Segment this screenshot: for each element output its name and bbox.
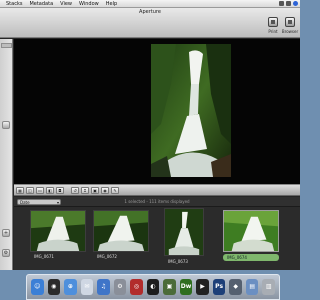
thumbnail-image	[164, 208, 204, 256]
window-title: Aperture	[139, 9, 161, 15]
thumbnail[interactable]: IMG_0672	[93, 210, 149, 268]
browser-label: Browser	[281, 29, 299, 34]
dreamweaver-icon[interactable]: Dw	[179, 279, 193, 295]
thumbnail-caption: IMG_0671	[34, 254, 54, 259]
dock: ☺ ◉ ⊕ ✉ ♫ ⚙ ◎ ◐ ▣ Dw ▶ Ps ◆ ▤ ▥	[26, 274, 280, 300]
selection-status: 1 selected - 111 items displayed	[124, 199, 190, 204]
control-bar: ▦ ◫ ▭ ◧ ◘ ↺ ⌗ ▣ ◉ ✎	[14, 184, 300, 196]
browser-icon	[285, 17, 295, 27]
battery-icon[interactable]	[279, 1, 284, 6]
aperture-window: Aperture Print Browser + ⚙ ▦ ◫ ▭ ◧ ◘ ↺ ⌗…	[0, 8, 300, 270]
system-preferences-icon[interactable]: ⚙	[113, 279, 127, 295]
folder-icon[interactable]: ▤	[245, 279, 259, 295]
compare-icon[interactable]: ◧	[46, 186, 54, 194]
menu-bar: Stacks Metadata View Window Help	[0, 0, 300, 8]
action-gear-icon[interactable]: ⚙	[2, 249, 10, 257]
filmstrip-icon[interactable]: ▭	[36, 186, 44, 194]
inspector-strip: + ⚙	[0, 39, 13, 270]
aperture-icon[interactable]: ◐	[146, 279, 160, 295]
inspector-tab[interactable]	[1, 43, 12, 48]
spotlight-icon[interactable]	[293, 1, 298, 6]
toggle-inspector-button[interactable]	[2, 121, 10, 129]
thumbnail-caption: IMG_0674	[223, 254, 279, 261]
itunes-icon[interactable]: ♫	[97, 279, 110, 295]
photo-app-icon[interactable]: ▣	[163, 279, 176, 295]
app-icon[interactable]: ◆	[229, 279, 242, 295]
eye-icon[interactable]: ◉	[101, 186, 109, 194]
trash-icon[interactable]: ▥	[262, 279, 275, 295]
thumbnail-image	[93, 210, 149, 252]
thumbnail-image	[223, 210, 279, 252]
menu-metadata[interactable]: Metadata	[29, 1, 53, 7]
print-button[interactable]: Print	[266, 17, 280, 35]
finder-icon[interactable]: ☺	[31, 279, 44, 295]
volume-icon[interactable]	[286, 1, 291, 6]
thumbnail-caption: IMG_0672	[97, 254, 117, 259]
image-browser: Date ▾ 1 selected - 111 items displayed …	[14, 197, 300, 270]
sort-bar: Date ▾ 1 selected - 111 items displayed	[14, 197, 300, 207]
menu-stacks[interactable]: Stacks	[6, 1, 22, 7]
menu-window[interactable]: Window	[79, 1, 99, 7]
brush-icon[interactable]: ✎	[111, 186, 119, 194]
photo-booth-icon[interactable]: ◎	[130, 279, 143, 295]
printer-icon	[268, 17, 278, 27]
thumbnail-image	[30, 210, 86, 252]
browser-button[interactable]: Browser	[281, 17, 299, 35]
add-button[interactable]: +	[2, 229, 10, 237]
mail-icon[interactable]: ✉	[80, 279, 94, 295]
crop-icon[interactable]: ⌗	[81, 186, 89, 194]
menu-view[interactable]: View	[60, 1, 72, 7]
thumbnail-selected[interactable]: IMG_0674	[223, 210, 279, 268]
menu-help[interactable]: Help	[106, 1, 117, 7]
camera-icon[interactable]: ◘	[56, 186, 64, 194]
waterfall-photo[interactable]	[151, 44, 231, 177]
photoshop-icon[interactable]: Ps	[212, 279, 226, 295]
thumbnail[interactable]: IMG_0671	[30, 210, 86, 268]
movie-icon[interactable]: ▶	[196, 279, 209, 295]
dashboard-icon[interactable]: ◉	[47, 279, 61, 295]
thumbnail[interactable]: IMG_0673	[164, 208, 220, 268]
rotate-icon[interactable]: ↺	[71, 186, 79, 194]
safari-icon[interactable]: ⊕	[64, 279, 77, 295]
image-viewer[interactable]	[14, 39, 300, 184]
thumbnail-caption: IMG_0673	[168, 259, 188, 264]
straighten-icon[interactable]: ▣	[91, 186, 99, 194]
stack-icon[interactable]: ▦	[16, 186, 24, 194]
title-bar: Aperture Print Browser	[0, 8, 300, 38]
pick-icon[interactable]: ◫	[26, 186, 34, 194]
